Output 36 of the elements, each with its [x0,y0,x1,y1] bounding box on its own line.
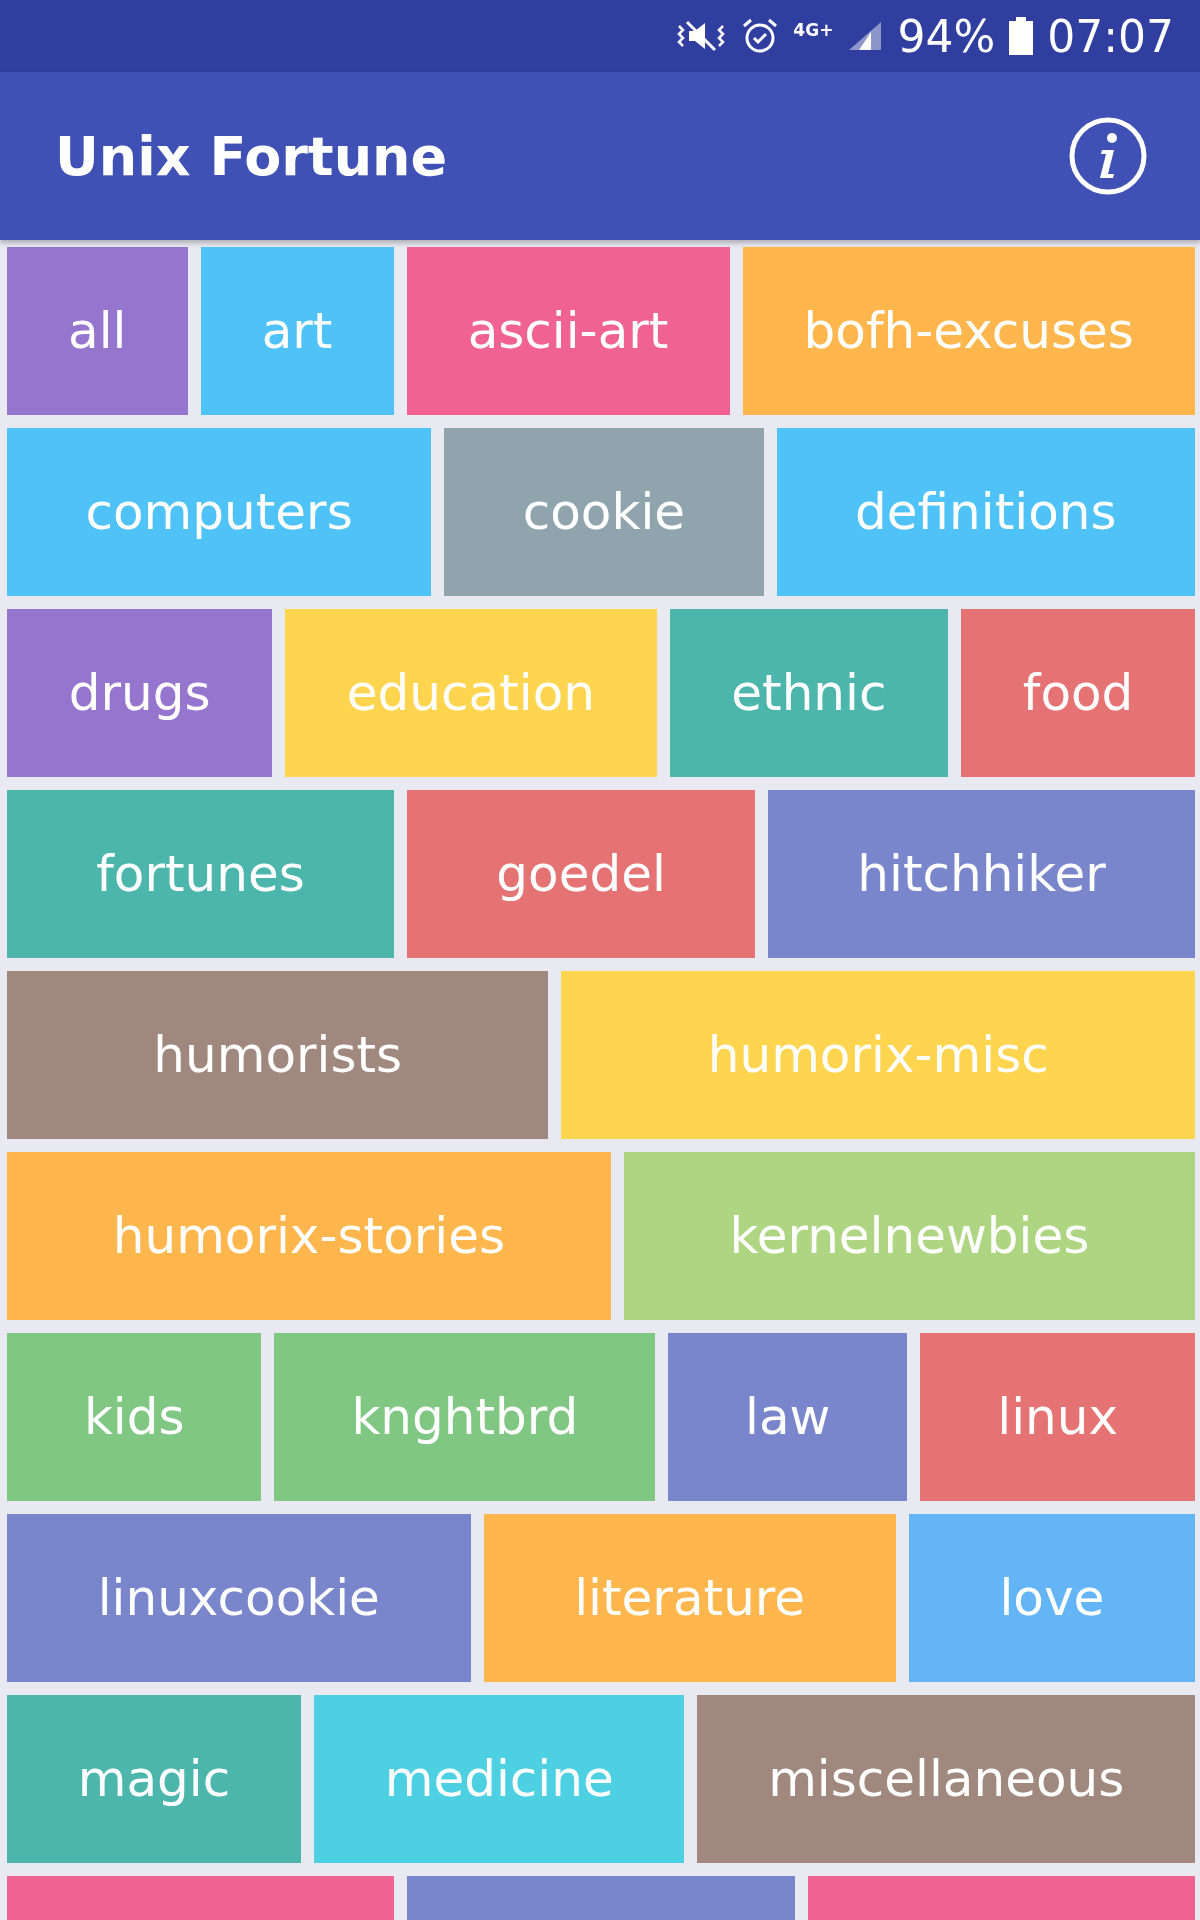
battery-percent: 94% [897,10,996,62]
category-tile[interactable]: magic [7,1695,301,1863]
alarm-icon [741,17,780,55]
app-title: Unix Fortune [55,124,448,188]
category-tile[interactable]: education [285,609,657,777]
category-tile[interactable]: ethnic [669,609,949,777]
category-tile[interactable]: law [668,1333,908,1501]
category-tile[interactable]: fortunes [7,790,395,958]
category-tile[interactable]: hitchhiker [768,790,1195,958]
category-tile[interactable]: cookie [444,428,764,596]
clock: 07:07 [1047,10,1174,62]
category-tile[interactable]: literature [483,1514,896,1682]
network-type: 4G+ [793,20,834,40]
category-tile[interactable]: medicine [313,1695,685,1863]
category-tile[interactable]: goedel [407,790,756,958]
category-tile[interactable]: computers [7,428,432,596]
category-tile[interactable]: kids [7,1333,262,1501]
battery-icon [1009,17,1034,55]
category-tile[interactable]: linux [920,1333,1195,1501]
category-tile[interactable]: all [7,247,188,415]
category-tile[interactable]: humorists [7,971,549,1139]
category-tile[interactable]: art [200,247,394,415]
category-tile[interactable]: kernelnewbies [623,1152,1195,1320]
category-tile[interactable]: drugs [7,609,273,777]
category-tile[interactable]: love [908,1514,1195,1682]
signal-icon [847,20,884,52]
info-icon[interactable] [1068,116,1148,196]
category-tile[interactable]: knghtbrd [274,1333,656,1501]
category-tile[interactable]: food [961,609,1195,777]
category-tile[interactable]: humorix-stories [7,1152,611,1320]
category-tile[interactable]: linuxcookie [7,1514,471,1682]
category-tile[interactable]: miscellaneous [697,1695,1195,1863]
category-tile[interactable]: humorix-misc [561,971,1195,1139]
category-tile[interactable]: definitions [776,428,1195,596]
category-tile[interactable]: bofh-excuses [742,247,1195,415]
category-tile[interactable]: ascii-art [406,247,730,415]
